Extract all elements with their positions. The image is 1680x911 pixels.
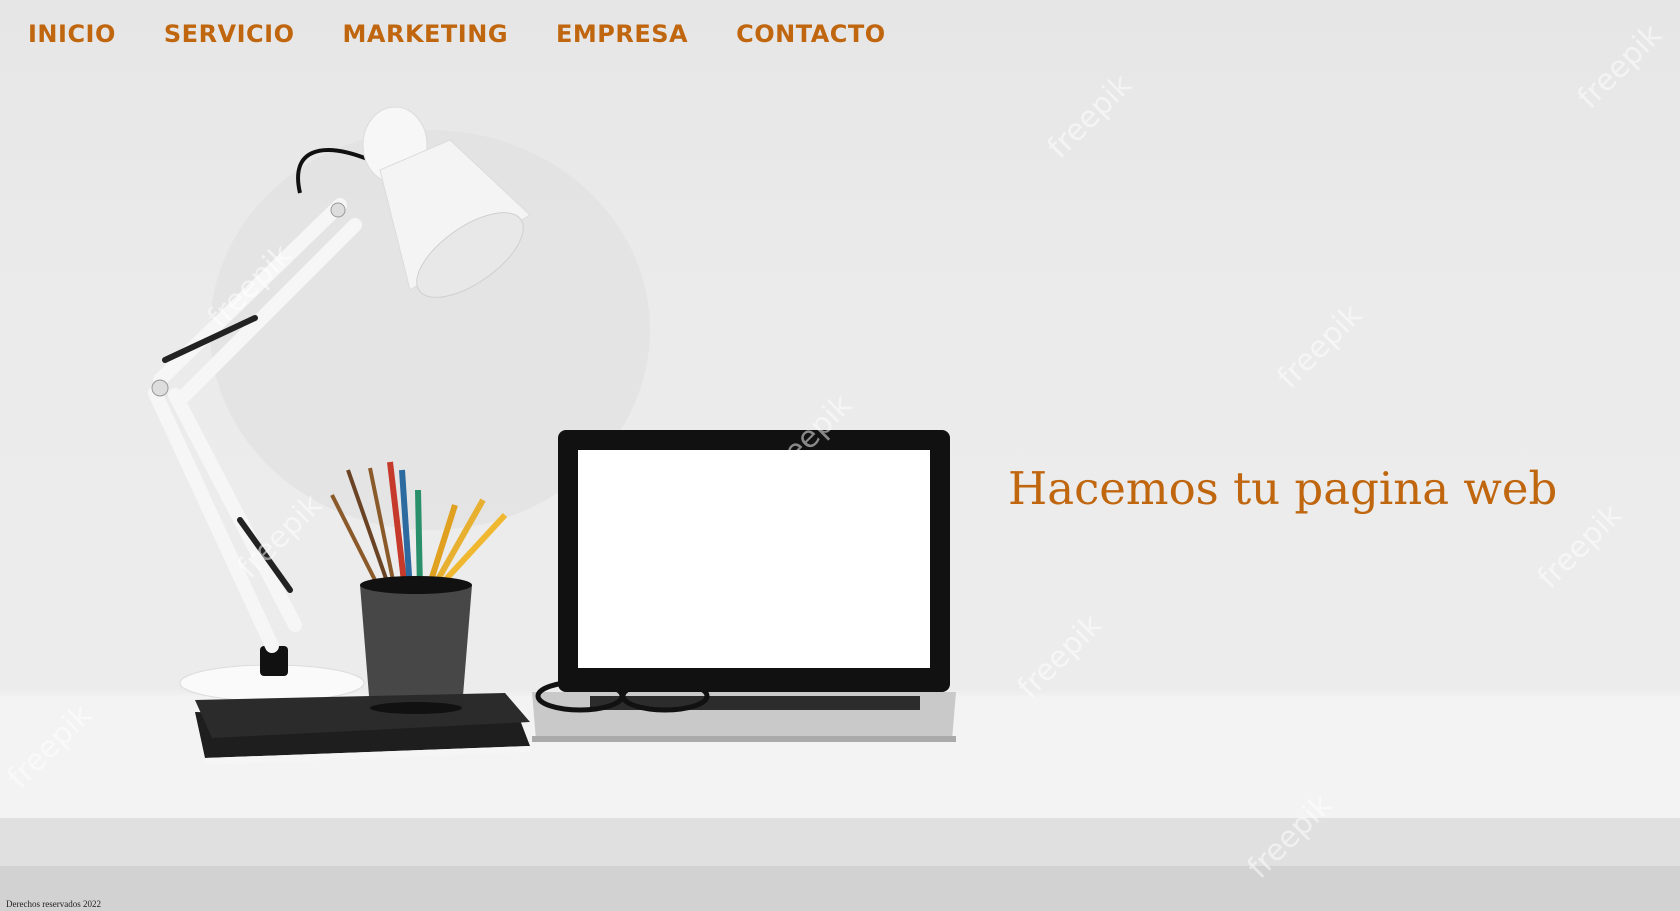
nav-link-servicio[interactable]: SERVICIO [164, 20, 295, 48]
nav-link-contacto[interactable]: CONTACTO [736, 20, 886, 48]
footer-copyright: Derechos reservados 2022 [6, 899, 101, 909]
desk-edge [0, 818, 1680, 866]
svg-text:freepik: freepik [1011, 607, 1110, 706]
hero-background-image: freepik freepik freepik freepik freepik … [0, 17, 1680, 911]
floor-shadow [0, 866, 1680, 911]
hero-heading: Hacemos tu pagina web [1008, 462, 1558, 515]
svg-text:freepik: freepik [1271, 297, 1370, 396]
svg-text:freepik: freepik [1041, 67, 1140, 166]
nav-link-inicio[interactable]: INICIO [28, 20, 116, 48]
nav-link-empresa[interactable]: EMPRESA [556, 20, 688, 48]
laptop [532, 430, 956, 742]
svg-text:freepik: freepik [1571, 17, 1670, 116]
main-nav: INICIO SERVICIO MARKETING EMPRESA CONTAC… [28, 20, 886, 48]
nav-link-marketing[interactable]: MARKETING [343, 20, 509, 48]
